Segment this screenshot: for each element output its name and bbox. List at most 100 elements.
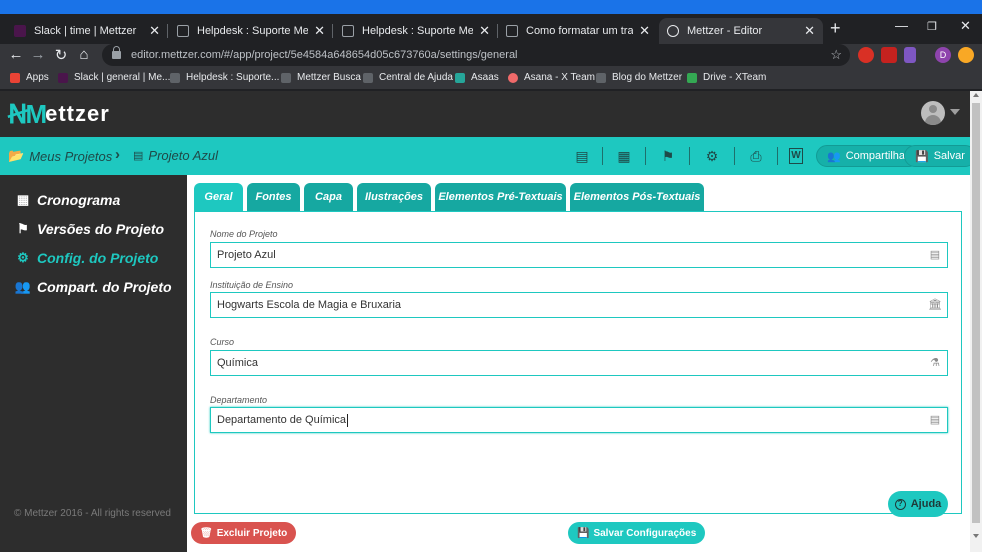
share-button-label: Compartilhar	[845, 150, 909, 162]
restore-icon[interactable]: ❐	[927, 20, 937, 33]
help-button-label: Ajuda	[910, 498, 942, 510]
browser-tab-title: Como formatar um trabalho p	[526, 25, 634, 37]
users-icon: 👥	[827, 150, 841, 163]
scroll-up-icon[interactable]	[973, 93, 979, 97]
helpdesk-favicon-icon	[342, 25, 354, 37]
delete-project-button[interactable]: 🗑 Excluir Projeto	[191, 522, 297, 544]
tab-pre-textuais[interactable]: Elementos Pré-Textuais	[435, 183, 566, 211]
url-text: editor.mettzer.com/#/app/project/5e4584a…	[131, 49, 518, 61]
word-export-icon[interactable]: W	[789, 148, 803, 164]
close-tab-icon[interactable]: ✕	[149, 23, 160, 39]
course-label: Curso	[210, 337, 235, 347]
close-tab-icon[interactable]: ✕	[314, 23, 325, 39]
bookmark-label: Central de Ajuda	[379, 72, 453, 83]
app-header: ꞤM ettzer	[0, 91, 970, 137]
bookmark-item[interactable]: Drive - XTeam	[687, 72, 766, 83]
sidebar-item-label: Config. do Projeto	[37, 250, 159, 266]
mettzer-logo[interactable]: ꞤM ettzer	[8, 99, 110, 129]
browser-tab-title: Mettzer - Editor	[687, 25, 763, 37]
bookmark-item[interactable]: Asaas	[455, 72, 499, 83]
save-button-label: Salvar	[933, 150, 965, 162]
browser-tab-title: Helpdesk : Suporte Mettzer	[197, 25, 309, 37]
minimize-icon[interactable]: —	[895, 18, 908, 33]
extension-icon[interactable]	[858, 47, 874, 63]
bookmark-item[interactable]: Mettzer Busca	[281, 72, 361, 83]
extension-icon[interactable]	[958, 47, 974, 63]
browser-toolbar: ← → ↻ ⌂ editor.mettzer.com/#/app/project…	[0, 44, 982, 68]
browser-tab[interactable]: Helpdesk : Suporte Mettzer ✕	[169, 18, 333, 44]
print-icon[interactable]: ⎙	[746, 146, 766, 166]
breadcrumb-current: ▤ Projeto Azul	[133, 148, 218, 163]
browser-tab[interactable]: Como formatar um trabalho p ✕	[498, 18, 658, 44]
save-settings-button[interactable]: 💾 Salvar Configurações	[568, 522, 706, 544]
new-tab-icon[interactable]: +	[830, 18, 841, 39]
tab-fontes[interactable]: Fontes	[247, 183, 300, 211]
page-scrollbar[interactable]	[970, 91, 982, 552]
extension-icon[interactable]	[904, 47, 916, 63]
scrollbar-thumb[interactable]	[972, 103, 980, 523]
browser-tab[interactable]: Helpdesk : Suporte Mettzer ✕	[334, 18, 498, 44]
bookmark-label: Mettzer Busca	[297, 72, 361, 83]
bookmark-item[interactable]: Central de Ajuda	[363, 72, 453, 83]
tab-geral[interactable]: Geral	[194, 183, 243, 211]
bookmark-item[interactable]: Slack | general | Me...	[58, 72, 170, 83]
settings-panel: Nome do Projeto Projeto Azul ▤ Instituiç…	[194, 211, 962, 514]
floppy-disk-icon: 💾	[915, 150, 929, 163]
institution-building-icon: 🏛	[928, 299, 942, 311]
flag-icon[interactable]: ⚑	[658, 146, 678, 166]
bookmark-label: Asana - X Team	[524, 72, 595, 83]
bookmark-apps[interactable]: Apps	[10, 72, 49, 83]
close-window-icon[interactable]: ✕	[960, 18, 971, 34]
home-icon[interactable]: ⌂	[74, 46, 94, 63]
address-bar[interactable]: editor.mettzer.com/#/app/project/5e4584a…	[102, 44, 850, 66]
institution-field[interactable]: Hogwarts Escola de Magia e Bruxaria 🏛	[210, 292, 948, 318]
page-favicon-icon	[506, 25, 518, 37]
gears-icon: ⚙	[17, 250, 29, 265]
close-tab-icon[interactable]: ✕	[479, 23, 490, 39]
course-field[interactable]: Química ⚗	[210, 350, 948, 376]
document-icon[interactable]: ▤	[572, 146, 592, 166]
back-icon[interactable]: ←	[6, 46, 26, 63]
sidebar-item-cronograma[interactable]: ▦ Cronograma	[14, 192, 120, 208]
department-value: Departamento de Química	[217, 414, 347, 426]
toolbar-divider	[734, 147, 735, 165]
bookmarks-bar: Apps Slack | general | Me... Helpdesk : …	[0, 68, 982, 90]
extension-icon[interactable]	[881, 47, 897, 63]
scroll-down-icon[interactable]	[973, 534, 979, 538]
breadcrumb-root[interactable]: 📂 Meus Projetos	[8, 148, 112, 164]
flask-icon: ⚗	[930, 357, 940, 369]
breadcrumb-current-label: Projeto Azul	[148, 148, 219, 163]
calendar-icon[interactable]: ▦	[614, 146, 634, 166]
sidebar-item-versoes[interactable]: ⚑ Versões do Projeto	[14, 221, 164, 237]
chevron-down-icon[interactable]	[950, 109, 960, 115]
forward-icon[interactable]: →	[28, 46, 48, 63]
floppy-disk-icon: 💾	[577, 527, 590, 539]
department-field[interactable]: Departamento de Química ▤	[210, 407, 948, 433]
save-button[interactable]: 💾 Salvar	[904, 145, 976, 167]
close-tab-icon[interactable]: ✕	[639, 23, 650, 39]
gears-icon[interactable]: ⚙	[702, 146, 722, 166]
profile-avatar[interactable]: D	[935, 47, 951, 63]
sidebar-item-compart[interactable]: 👥 Compart. do Projeto	[14, 279, 172, 295]
sidebar-item-config[interactable]: ⚙ Config. do Projeto	[14, 250, 158, 266]
institution-label: Instituição de Ensino	[210, 280, 294, 290]
bookmark-label: Apps	[26, 72, 49, 83]
tab-pos-textuais[interactable]: Elementos Pós-Textuais	[570, 183, 704, 211]
reload-icon[interactable]: ↻	[51, 46, 71, 64]
bookmark-item[interactable]: Blog do Mettzer	[596, 72, 682, 83]
bookmark-item[interactable]: Asana - X Team	[508, 72, 595, 83]
bookmark-star-icon[interactable]: ☆	[830, 47, 842, 63]
bookmark-item[interactable]: Helpdesk : Suporte...	[170, 72, 279, 83]
browser-tab-active[interactable]: Mettzer - Editor ✕	[659, 18, 823, 44]
apps-grid-icon	[10, 72, 20, 83]
project-name-field[interactable]: Projeto Azul ▤	[210, 242, 948, 268]
calendar-icon: ▦	[16, 192, 30, 207]
user-avatar[interactable]	[921, 101, 945, 125]
close-tab-icon[interactable]: ✕	[804, 23, 815, 39]
sidebar-item-label: Cronograma	[37, 192, 121, 208]
tab-capa[interactable]: Capa	[304, 183, 353, 211]
browser-tab[interactable]: Slack | time | Mettzer ✕	[6, 18, 168, 44]
tab-ilustracoes[interactable]: Ilustrações	[357, 183, 431, 211]
help-button[interactable]: ? Ajuda	[888, 491, 948, 517]
trash-icon: 🗑	[200, 527, 213, 539]
